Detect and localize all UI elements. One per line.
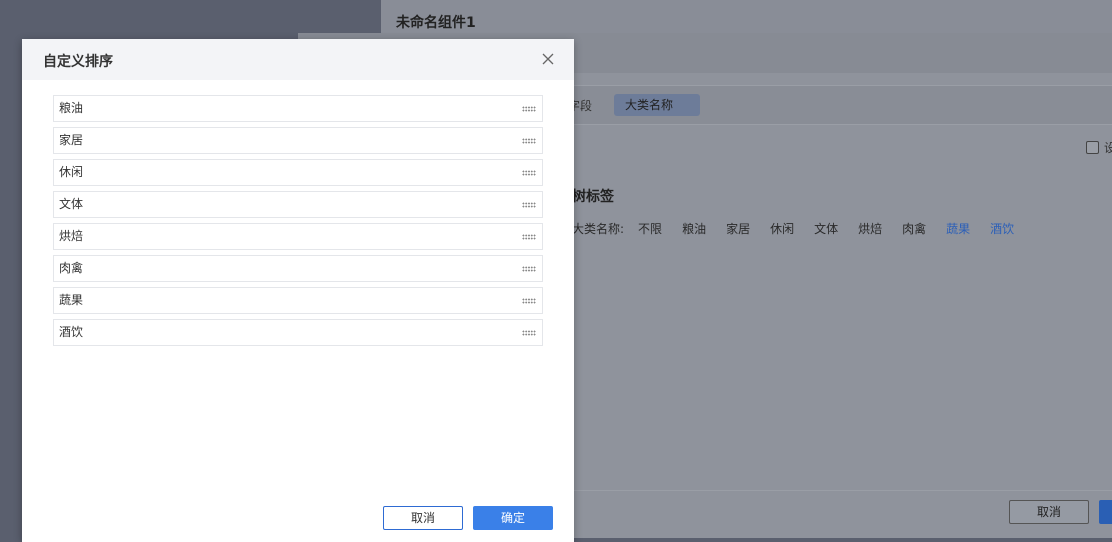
filter-label: 大类名称: xyxy=(572,222,625,236)
drag-handle-icon[interactable] xyxy=(522,266,536,272)
sort-item-label: 烘焙 xyxy=(59,229,84,243)
sort-item-label: 粮油 xyxy=(59,101,84,115)
sort-item-label: 肉禽 xyxy=(59,261,84,275)
drag-handle-icon[interactable] xyxy=(522,234,536,240)
filter-item: 休闲 xyxy=(770,222,795,236)
drag-handle-icon[interactable] xyxy=(522,106,536,112)
close-icon[interactable] xyxy=(540,51,556,67)
drag-handle-icon[interactable] xyxy=(522,138,536,144)
sort-list-item[interactable]: 文体 xyxy=(53,191,543,218)
sort-item-label: 蔬果 xyxy=(59,293,84,307)
drag-handle-icon[interactable] xyxy=(522,170,536,176)
panel-cancel-button: 取消 xyxy=(1009,500,1089,524)
custom-sort-dialog: 自定义排序 粮油 家居 休闲 文体 烘焙 肉禽 蔬果 酒饮 取消 确定 xyxy=(22,39,574,542)
drag-handle-icon[interactable] xyxy=(522,202,536,208)
sort-list-item[interactable]: 粮油 xyxy=(53,95,543,122)
settings-checkbox-label: 设 xyxy=(1104,141,1112,155)
sort-list-item[interactable]: 酒饮 xyxy=(53,319,543,346)
filter-item: 文体 xyxy=(814,222,839,236)
confirm-button[interactable]: 确定 xyxy=(473,506,553,530)
field-chip: 大类名称 xyxy=(614,94,700,116)
filter-item: 烘焙 xyxy=(858,222,883,236)
sort-item-label: 休闲 xyxy=(59,165,84,179)
drag-handle-icon[interactable] xyxy=(522,330,536,336)
sort-list: 粮油 家居 休闲 文体 烘焙 肉禽 蔬果 酒饮 xyxy=(53,95,543,351)
sort-list-item[interactable]: 肉禽 xyxy=(53,255,543,282)
component-title: 未命名组件1 xyxy=(396,15,476,31)
filter-item: 不限 xyxy=(638,222,663,236)
sort-item-label: 文体 xyxy=(59,197,84,211)
dialog-header: 自定义排序 xyxy=(22,39,574,80)
filter-item-selected: 蔬果 xyxy=(946,222,971,236)
filter-item-selected: 酒饮 xyxy=(990,222,1015,236)
filter-row: 大类名称: 不限 粮油 家居 休闲 文体 烘焙 肉禽 蔬果 酒饮 xyxy=(572,220,1034,237)
sort-list-item[interactable]: 家居 xyxy=(53,127,543,154)
filter-item: 家居 xyxy=(726,222,751,236)
sort-item-label: 酒饮 xyxy=(59,325,84,339)
settings-checkbox xyxy=(1086,141,1099,154)
sort-list-item[interactable]: 烘焙 xyxy=(53,223,543,250)
filter-item: 肉禽 xyxy=(902,222,927,236)
sort-item-label: 家居 xyxy=(59,133,84,147)
cancel-button[interactable]: 取消 xyxy=(383,506,463,530)
dialog-title: 自定义排序 xyxy=(43,54,113,70)
filter-item: 粮油 xyxy=(682,222,707,236)
tag-section-title: 树标签 xyxy=(572,189,614,205)
sort-list-item[interactable]: 休闲 xyxy=(53,159,543,186)
sort-list-item[interactable]: 蔬果 xyxy=(53,287,543,314)
panel-ok-button xyxy=(1099,500,1112,524)
drag-handle-icon[interactable] xyxy=(522,298,536,304)
